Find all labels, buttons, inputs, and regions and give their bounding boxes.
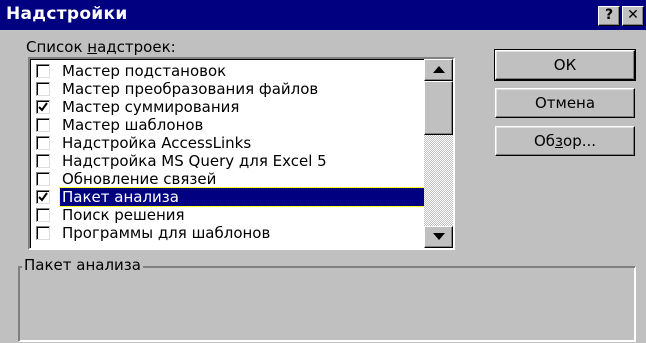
- addins-list-label-start: Список: [26, 38, 88, 56]
- browse-label-accel: з: [555, 132, 564, 150]
- addin-label: Мастер суммирования: [62, 98, 240, 116]
- addins-listbox[interactable]: Мастер подстановок Мастер преобразования …: [28, 57, 455, 250]
- addins-list-items: Мастер подстановок Мастер преобразования …: [32, 62, 425, 242]
- scroll-track[interactable]: [424, 135, 453, 226]
- arrow-up-icon: [433, 66, 445, 73]
- window-title: Надстройки: [6, 4, 128, 24]
- cancel-button[interactable]: Отмена: [495, 88, 635, 118]
- help-button[interactable]: ?: [598, 6, 620, 26]
- addin-label: Поиск решения: [62, 206, 185, 224]
- addin-list-item[interactable]: Пакет анализа: [32, 187, 425, 207]
- addin-list-item[interactable]: Мастер преобразования файлов: [32, 80, 424, 98]
- arrow-down-icon: [433, 233, 445, 240]
- addin-label: Надстройка AccessLinks: [62, 134, 252, 152]
- description-groupbox: [18, 266, 636, 342]
- addins-list-label-end: адстроек:: [97, 38, 176, 56]
- browse-label-start: Об: [533, 132, 556, 150]
- addin-checkbox[interactable]: [36, 172, 50, 186]
- addin-list-item[interactable]: Мастер суммирования: [32, 98, 424, 116]
- addin-checkbox[interactable]: [36, 190, 50, 204]
- scroll-thumb[interactable]: [424, 81, 453, 135]
- browse-button[interactable]: Обзор...: [495, 126, 635, 156]
- addin-label: Обновление связей: [62, 170, 217, 188]
- addin-checkbox[interactable]: [36, 118, 50, 132]
- addin-checkbox[interactable]: [36, 154, 50, 168]
- addin-list-item[interactable]: Поиск решения: [32, 206, 424, 224]
- addins-list-label: Список надстроек:: [26, 38, 176, 56]
- browse-label-end: ор...: [563, 132, 597, 150]
- addin-label: Мастер преобразования файлов: [62, 80, 319, 98]
- addin-label: Программы для шаблонов: [62, 224, 271, 242]
- addin-checkbox[interactable]: [36, 64, 50, 78]
- addin-label: Надстройка MS Query для Excel 5: [62, 152, 327, 170]
- scroll-up-button[interactable]: [424, 59, 453, 81]
- addin-list-item[interactable]: Мастер подстановок: [32, 62, 424, 80]
- addin-list-item[interactable]: Надстройка AccessLinks: [32, 134, 424, 152]
- addin-list-item[interactable]: Мастер шаблонов: [32, 116, 424, 134]
- scroll-down-button[interactable]: [424, 226, 453, 248]
- addin-label: Пакет анализа: [59, 187, 425, 207]
- title-bar[interactable]: Надстройки ? ✕: [0, 0, 646, 30]
- checkmark-icon: [38, 192, 48, 202]
- addin-checkbox[interactable]: [36, 100, 50, 114]
- addins-list-label-accel: н: [87, 38, 98, 56]
- addin-checkbox[interactable]: [36, 208, 50, 222]
- addin-checkbox[interactable]: [36, 226, 50, 240]
- addin-list-item[interactable]: Надстройка MS Query для Excel 5: [32, 152, 424, 170]
- addin-label: Мастер шаблонов: [62, 116, 204, 134]
- description-legend: Пакет анализа: [22, 256, 143, 274]
- checkmark-icon: [38, 102, 48, 112]
- addin-checkbox[interactable]: [36, 136, 50, 150]
- addins-dialog: Надстройки ? ✕ Список надстроек: Мастер …: [0, 0, 646, 343]
- ok-button[interactable]: ОК: [494, 49, 636, 81]
- close-button[interactable]: ✕: [622, 6, 644, 26]
- addin-checkbox[interactable]: [36, 82, 50, 96]
- addin-list-item[interactable]: Обновление связей: [32, 170, 424, 188]
- vertical-scrollbar[interactable]: [424, 59, 453, 248]
- addin-label: Мастер подстановок: [62, 62, 227, 80]
- addin-list-item[interactable]: Программы для шаблонов: [32, 224, 424, 242]
